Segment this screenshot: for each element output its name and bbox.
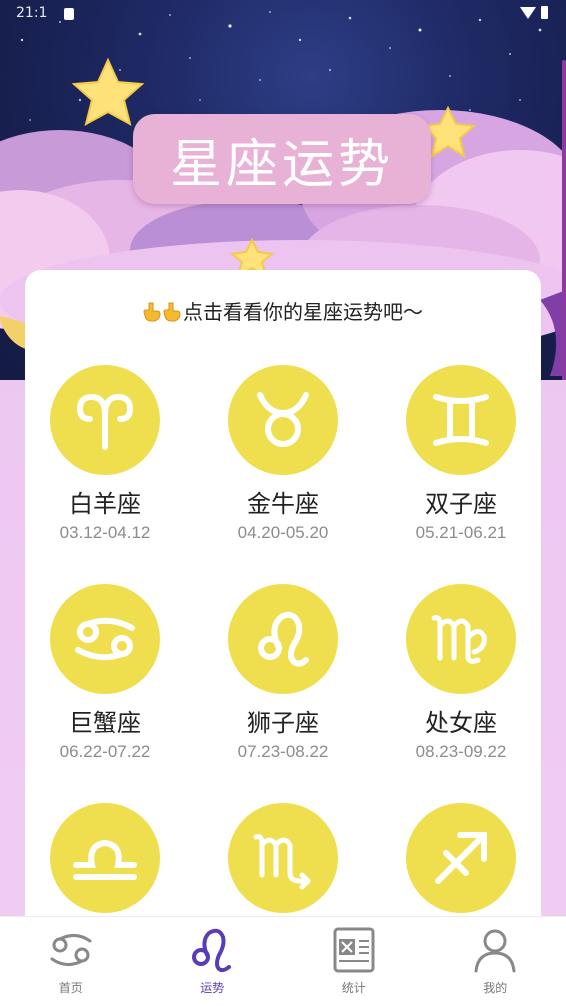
nav-label: 运势	[200, 981, 225, 995]
sign-circle[interactable]	[228, 584, 338, 694]
nav-label: 我的	[483, 981, 508, 995]
sign-circle[interactable]	[406, 365, 516, 475]
leo-nav-icon	[192, 928, 232, 973]
sign-dates: 06.22-07.22	[59, 742, 151, 761]
sign-circle[interactable]	[50, 365, 160, 475]
sign-name: 双子座	[425, 490, 497, 518]
sign-name: 金牛座	[247, 490, 319, 518]
page-title: 星座运势	[169, 134, 394, 195]
sign-scorpio[interactable]	[193, 803, 373, 913]
hint-text: 点击看看你的星座运势吧～	[183, 300, 423, 324]
app-root: 21:1 星座运势 点击看看你的星座运势吧～ 白羊座 03.12-04.12 金…	[0, 0, 566, 1006]
sign-dates: 04.20-05.20	[237, 523, 329, 542]
sign-aries[interactable]: 白羊座 03.12-04.12	[15, 365, 195, 543]
spreadsheet-icon	[333, 927, 375, 973]
sign-name: 白羊座	[69, 490, 141, 518]
sign-libra[interactable]	[15, 803, 195, 913]
sign-dates: 05.21-06.21	[415, 523, 507, 542]
sign-leo[interactable]: 狮子座 07.23-08.22	[193, 584, 373, 762]
pointing-down-hand-icon	[143, 302, 161, 322]
nav-item-fortune[interactable]: 运势	[142, 917, 284, 1006]
sign-taurus[interactable]: 金牛座 04.20-05.20	[193, 365, 373, 543]
person-icon	[474, 929, 516, 973]
gemini-icon	[433, 394, 489, 446]
sign-dates: 07.23-08.22	[237, 742, 329, 761]
aries-icon	[76, 393, 134, 450]
taurus-icon	[257, 392, 309, 447]
sign-name: 巨蟹座	[69, 709, 141, 737]
sign-circle[interactable]	[406, 803, 516, 913]
sign-circle[interactable]	[228, 365, 338, 475]
status-bar: 21:1	[0, 0, 566, 28]
bottom-navigation: 首页 运势 统计 我的	[0, 916, 566, 1006]
hint-row: 点击看看你的星座运势吧～	[25, 296, 541, 325]
sign-gemini[interactable]: 双子座 05.21-06.21	[371, 365, 551, 543]
sign-circle[interactable]	[406, 584, 516, 694]
horoscope-card: 点击看看你的星座运势吧～ 白羊座 03.12-04.12 金牛座 04.20-0…	[25, 270, 541, 970]
sign-circle[interactable]	[50, 584, 160, 694]
sign-circle[interactable]	[50, 803, 160, 913]
nav-item-stats[interactable]: 统计	[283, 917, 425, 1006]
nav-label: 统计	[341, 981, 366, 995]
sign-circle[interactable]	[228, 803, 338, 913]
scrollbar-thumb[interactable]	[562, 60, 566, 380]
cancer-nav-icon	[50, 934, 92, 966]
virgo-icon	[431, 615, 487, 664]
sim-icon	[64, 8, 74, 20]
wifi-icon	[520, 7, 536, 19]
sign-cancer[interactable]: 巨蟹座 06.22-07.22	[15, 584, 195, 762]
sign-dates: 08.23-09.22	[415, 742, 507, 761]
sagittarius-icon	[435, 832, 487, 884]
title-banner: 星座运势	[133, 114, 431, 204]
nav-label: 首页	[58, 981, 83, 995]
sign-name: 处女座	[425, 709, 497, 737]
sign-virgo[interactable]: 处女座 08.23-09.22	[371, 584, 551, 762]
sign-name: 狮子座	[247, 709, 319, 737]
nav-item-profile[interactable]: 我的	[425, 917, 566, 1006]
pointing-down-hand-icon	[163, 302, 181, 322]
sign-dates: 03.12-04.12	[59, 523, 151, 542]
status-time: 21:1	[16, 5, 48, 21]
nav-item-home[interactable]: 首页	[0, 917, 142, 1006]
battery-icon	[541, 6, 548, 19]
scorpio-icon	[253, 834, 311, 890]
sign-sagittarius[interactable]	[371, 803, 551, 913]
leo-icon	[258, 611, 309, 667]
libra-icon	[73, 839, 137, 880]
cancer-icon	[75, 617, 135, 661]
